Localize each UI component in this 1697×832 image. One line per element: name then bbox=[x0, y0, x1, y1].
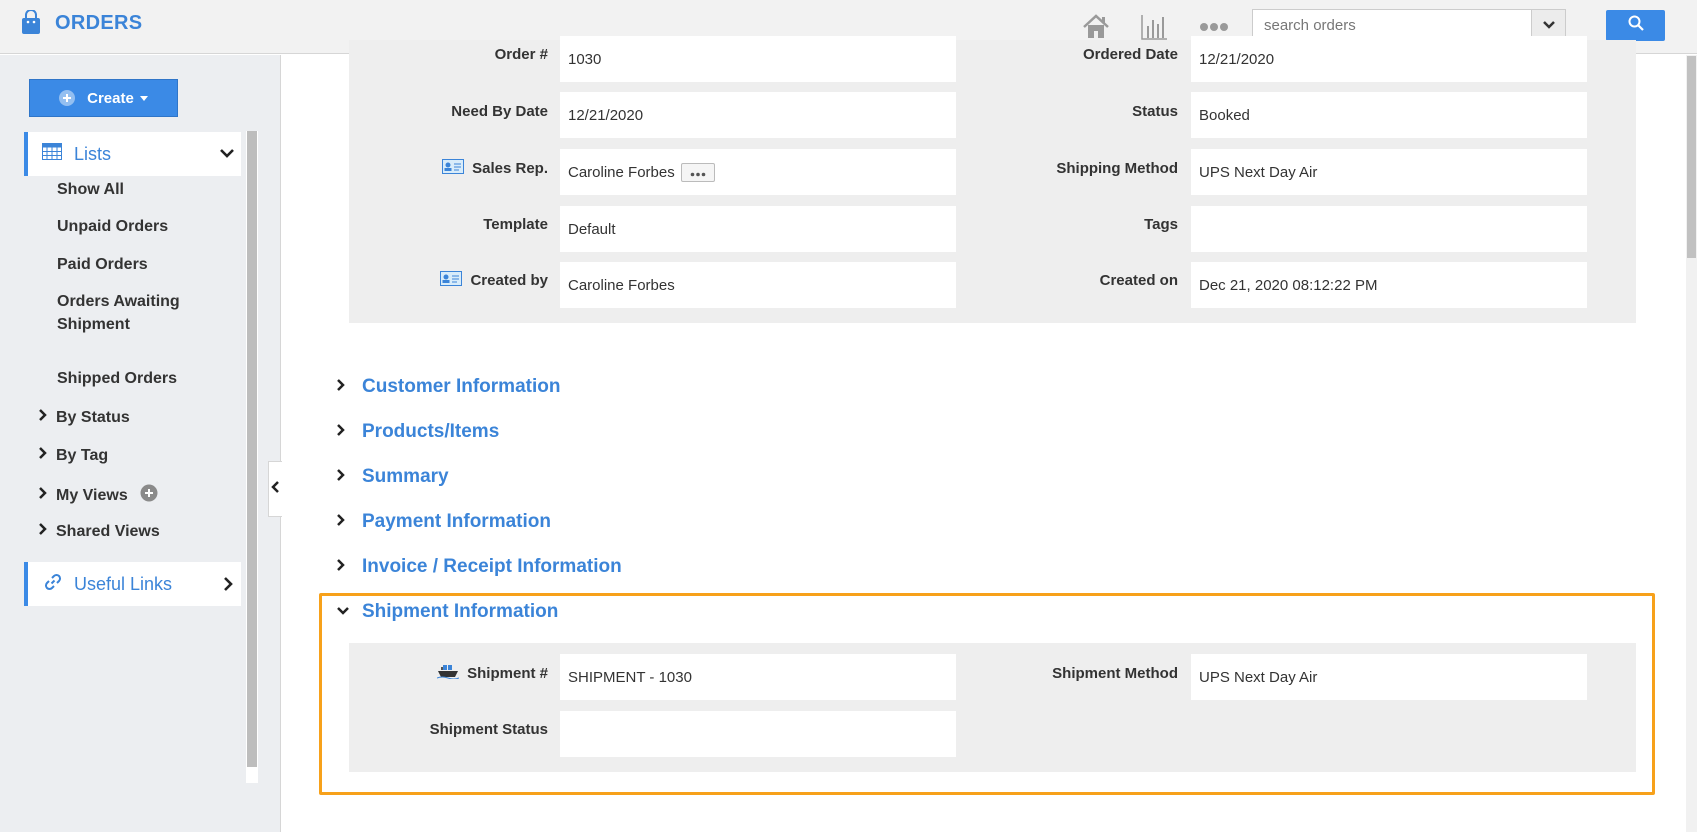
shipment-status-label: Shipment Status bbox=[429, 720, 548, 738]
useful-links-panel-header[interactable]: Useful Links bbox=[24, 562, 241, 606]
shipment-number-value: SHIPMENT - 1030 bbox=[560, 654, 956, 700]
chart-icon[interactable] bbox=[1137, 12, 1171, 42]
ordered-date-label: Ordered Date bbox=[1082, 45, 1178, 63]
sidebar-item-orders-awaiting-shipment[interactable]: Orders Awaiting Shipment bbox=[57, 290, 197, 336]
caret-down-icon bbox=[139, 95, 148, 101]
chevron-right-icon bbox=[336, 513, 358, 532]
sidebar-item-paid-orders[interactable]: Paid Orders bbox=[57, 253, 148, 276]
created-on-label: Created on bbox=[1099, 271, 1178, 289]
more-options-button[interactable] bbox=[680, 162, 715, 182]
section-customer-information[interactable]: Customer Information bbox=[336, 376, 560, 398]
chevron-left-icon bbox=[271, 480, 280, 499]
order-number-label: Order # bbox=[494, 45, 548, 63]
table-grid-icon bbox=[42, 143, 62, 165]
sidebar: Create Lists Show All Unpaid Orders Paid… bbox=[0, 55, 281, 832]
create-button-label: Create bbox=[87, 89, 134, 107]
created-by-label-text: Created by bbox=[470, 271, 548, 289]
chevron-down-icon[interactable] bbox=[219, 146, 235, 164]
chevron-right-icon bbox=[336, 423, 358, 442]
add-view-icon[interactable] bbox=[140, 484, 158, 507]
need-by-date-label: Need By Date bbox=[451, 102, 548, 120]
section-products-items[interactable]: Products/Items bbox=[336, 421, 499, 443]
shipment-number-label: Shipment # bbox=[380, 663, 548, 683]
status-label: Status bbox=[1132, 102, 1178, 120]
created-by-label: Created by bbox=[380, 270, 548, 290]
template-value: Default bbox=[560, 206, 956, 252]
shopping-bag-icon bbox=[20, 9, 42, 36]
plus-circle-icon bbox=[59, 90, 76, 106]
sales-rep-value: Caroline Forbes bbox=[560, 149, 956, 195]
sales-rep-label-text: Sales Rep. bbox=[472, 159, 548, 177]
section-invoice-receipt-information[interactable]: Invoice / Receipt Information bbox=[336, 556, 622, 578]
search-icon bbox=[1628, 15, 1644, 36]
sidebar-item-shipped-orders[interactable]: Shipped Orders bbox=[57, 367, 177, 390]
section-payment-information[interactable]: Payment Information bbox=[336, 511, 551, 533]
chevron-right-icon bbox=[38, 486, 48, 505]
chevron-right-icon bbox=[38, 522, 48, 541]
chevron-right-icon bbox=[336, 468, 358, 487]
sidebar-group-my-views[interactable]: My Views bbox=[38, 484, 158, 507]
app-title[interactable]: ORDERS bbox=[55, 12, 142, 35]
lists-label: Lists bbox=[74, 143, 112, 164]
section-summary[interactable]: Summary bbox=[336, 466, 449, 488]
sidebar-group-by-tag[interactable]: By Tag bbox=[38, 446, 108, 465]
shipment-method-value: UPS Next Day Air bbox=[1191, 654, 1587, 700]
sales-rep-name: Caroline Forbes bbox=[568, 163, 675, 181]
main-scrollbar[interactable] bbox=[1687, 56, 1696, 258]
link-icon bbox=[44, 573, 62, 596]
created-on-value: Dec 21, 2020 08:12:22 PM bbox=[1191, 262, 1587, 308]
need-by-date-value: 12/21/2020 bbox=[560, 92, 956, 138]
sidebar-group-by-status[interactable]: By Status bbox=[38, 408, 130, 427]
status-value: Booked bbox=[1191, 92, 1587, 138]
sidebar-item-show-all[interactable]: Show All bbox=[57, 178, 124, 201]
contact-card-icon bbox=[440, 270, 463, 290]
chevron-right-icon bbox=[336, 558, 358, 577]
chevron-right-icon[interactable] bbox=[223, 576, 233, 597]
order-number-value: 1030 bbox=[560, 36, 956, 82]
home-icon[interactable] bbox=[1079, 12, 1113, 42]
shipment-number-label-text: Shipment # bbox=[467, 664, 548, 682]
useful-links-label: Useful Links bbox=[74, 573, 173, 594]
template-label: Template bbox=[483, 215, 548, 233]
tags-value bbox=[1191, 206, 1587, 252]
lists-panel-header[interactable]: Lists bbox=[24, 132, 241, 176]
created-by-value: Caroline Forbes bbox=[560, 262, 956, 308]
shipping-method-value: UPS Next Day Air bbox=[1191, 149, 1587, 195]
tags-label: Tags bbox=[1144, 215, 1178, 233]
section-title: Payment Information bbox=[362, 511, 551, 532]
create-button[interactable]: Create bbox=[29, 79, 178, 117]
search-button[interactable] bbox=[1606, 10, 1665, 41]
chevron-right-icon bbox=[336, 378, 358, 397]
shipping-method-label: Shipping Method bbox=[1056, 159, 1178, 177]
sidebar-group-label: Shared Views bbox=[56, 522, 160, 540]
contact-card-icon bbox=[442, 158, 465, 178]
section-title: Invoice / Receipt Information bbox=[362, 556, 622, 577]
section-title: Shipment Information bbox=[362, 601, 559, 622]
section-shipment-information[interactable]: Shipment Information bbox=[336, 601, 558, 623]
sidebar-collapse-toggle[interactable] bbox=[268, 461, 282, 517]
shipment-method-label: Shipment Method bbox=[1052, 664, 1178, 682]
section-title: Summary bbox=[362, 466, 449, 487]
sidebar-item-unpaid-orders[interactable]: Unpaid Orders bbox=[57, 215, 168, 238]
section-title: Products/Items bbox=[362, 421, 500, 442]
shipment-status-value bbox=[560, 711, 956, 757]
section-title: Customer Information bbox=[362, 376, 561, 397]
chevron-down-icon bbox=[336, 603, 358, 621]
more-icon bbox=[690, 164, 706, 181]
ship-icon bbox=[436, 663, 460, 683]
sidebar-scrollbar[interactable] bbox=[247, 131, 257, 767]
sidebar-group-label: By Status bbox=[56, 408, 130, 426]
sidebar-group-label: By Tag bbox=[56, 446, 109, 464]
chevron-right-icon bbox=[38, 446, 48, 465]
sales-rep-label: Sales Rep. bbox=[380, 158, 548, 178]
ordered-date-value: 12/21/2020 bbox=[1191, 36, 1587, 82]
chevron-down-icon bbox=[1542, 17, 1556, 35]
chevron-right-icon bbox=[38, 408, 48, 427]
sidebar-group-label: My Views bbox=[56, 486, 128, 504]
sidebar-group-shared-views[interactable]: Shared Views bbox=[38, 522, 160, 541]
